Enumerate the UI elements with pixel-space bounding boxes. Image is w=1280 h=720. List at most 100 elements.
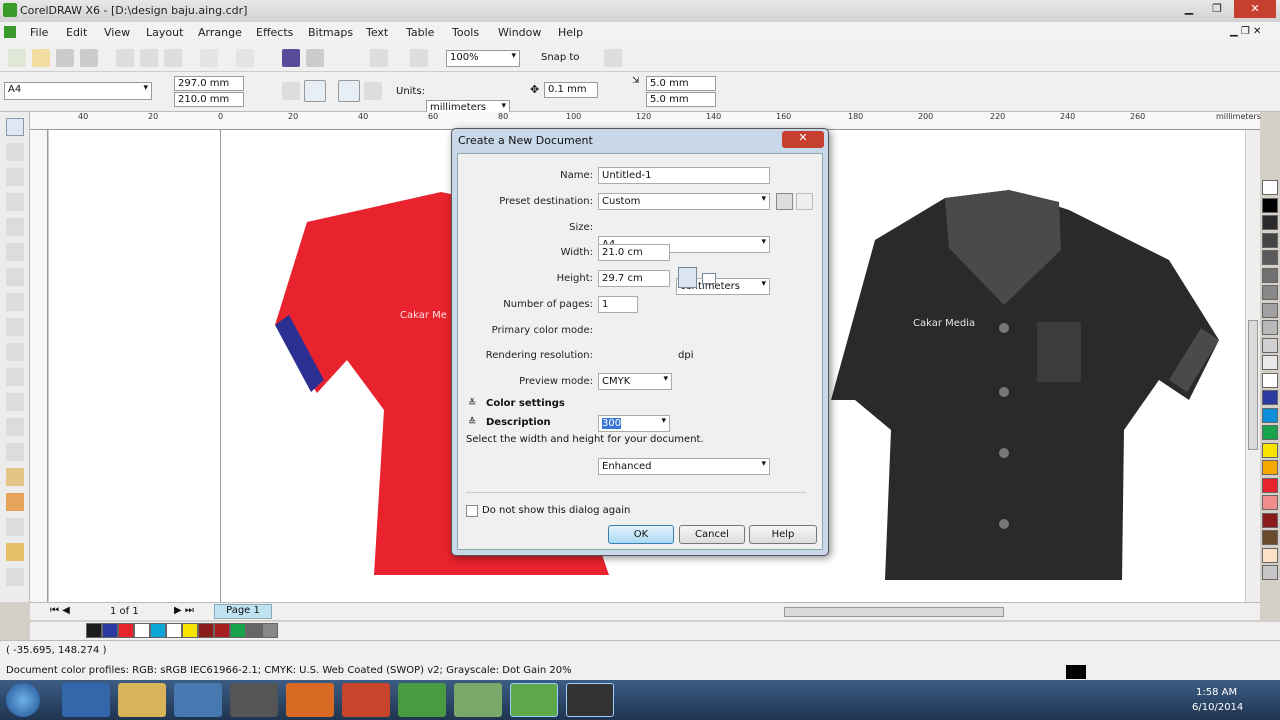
dialog-close-button[interactable]: ✕	[782, 131, 824, 148]
export-icon[interactable]	[306, 49, 324, 67]
palette-swatch[interactable]	[1262, 390, 1278, 405]
doc-minimize-button[interactable]: ▁ ❐ ✕	[1230, 26, 1261, 37]
page-height-field[interactable]: 210.0 mm	[174, 92, 244, 107]
text-tool-icon[interactable]	[6, 368, 24, 386]
welcome-icon[interactable]	[410, 49, 428, 67]
application-launcher-icon[interactable]	[370, 49, 388, 67]
palette-swatch[interactable]	[1262, 495, 1278, 510]
clock-date[interactable]: 6/10/2014	[1192, 702, 1243, 713]
menu-help[interactable]: Help	[558, 26, 583, 39]
palette-swatch[interactable]	[1262, 355, 1278, 370]
paste-icon[interactable]	[164, 49, 182, 67]
document-palette-swatch[interactable]	[198, 623, 214, 638]
document-palette-swatch[interactable]	[182, 623, 198, 638]
restore-button[interactable]: ❐	[1204, 0, 1230, 18]
undo-icon[interactable]	[200, 49, 218, 67]
outline-color-swatch[interactable]	[1066, 665, 1086, 679]
interactive-fill-icon[interactable]	[6, 568, 24, 586]
rectangle-tool-icon[interactable]	[6, 268, 24, 286]
eyedropper-tool-icon[interactable]	[6, 518, 24, 536]
horizontal-scroll-thumb[interactable]	[784, 607, 1004, 617]
menu-table[interactable]: Table	[406, 26, 434, 39]
scroll-thumb[interactable]	[1248, 320, 1258, 450]
page-width-field[interactable]: 297.0 mm	[174, 76, 244, 91]
menu-bitmaps[interactable]: Bitmaps	[308, 26, 353, 39]
landscape-icon[interactable]	[304, 80, 326, 102]
winamp-icon[interactable]	[230, 683, 278, 717]
dont-show-checkbox[interactable]	[466, 505, 478, 517]
dimension-tool-icon[interactable]	[6, 418, 24, 436]
table-tool-icon[interactable]	[6, 393, 24, 411]
resolution-select[interactable]: 300	[598, 415, 670, 432]
firefox-icon[interactable]	[286, 683, 334, 717]
document-palette-swatch[interactable]	[118, 623, 134, 638]
document-palette-swatch[interactable]	[262, 623, 278, 638]
chrome-icon[interactable]	[398, 683, 446, 717]
connector-tool-icon[interactable]	[6, 443, 24, 461]
palette-swatch[interactable]	[1262, 512, 1278, 528]
options-icon[interactable]	[604, 49, 622, 67]
palette-swatch[interactable]	[1262, 372, 1278, 388]
color-mode-select[interactable]: CMYK	[598, 373, 672, 390]
image-viewer-icon[interactable]	[454, 683, 502, 717]
delete-preset-icon[interactable]	[796, 193, 813, 210]
redo-icon[interactable]	[236, 49, 254, 67]
color-settings-toggle[interactable]: Color settings	[486, 398, 565, 409]
menu-arrange[interactable]: Arrange	[198, 26, 242, 39]
width-input[interactable]: 21.0 cm	[598, 244, 670, 261]
transparency-tool-icon[interactable]	[6, 493, 24, 511]
preview-mode-select[interactable]: Enhanced	[598, 458, 770, 475]
explorer-icon[interactable]	[118, 683, 166, 717]
palette-swatch[interactable]	[1262, 302, 1278, 318]
palette-swatch[interactable]	[1262, 477, 1278, 493]
paper-size-select[interactable]: A4	[4, 82, 152, 100]
palette-swatch[interactable]	[1262, 425, 1278, 440]
all-pages-icon[interactable]	[338, 80, 360, 102]
palette-swatch[interactable]	[1262, 460, 1278, 475]
blend-tool-icon[interactable]	[6, 468, 24, 486]
color-profiles[interactable]: Document color profiles: RGB: sRGB IEC61…	[6, 665, 572, 676]
menu-edit[interactable]: Edit	[66, 26, 87, 39]
description-toggle[interactable]: Description	[486, 417, 551, 428]
ok-button[interactable]: OK	[608, 525, 674, 544]
palette-swatch[interactable]	[1262, 267, 1278, 283]
help-button[interactable]: Help	[749, 525, 817, 544]
freehand-tool-icon[interactable]	[6, 218, 24, 236]
ellipse-tool-icon[interactable]	[6, 293, 24, 311]
polygon-tool-icon[interactable]	[6, 318, 24, 336]
palette-swatch[interactable]	[1262, 285, 1278, 300]
media-player-icon[interactable]	[174, 683, 222, 717]
copy-icon[interactable]	[140, 49, 158, 67]
page-tab[interactable]: Page 1	[214, 604, 272, 619]
next-page-button[interactable]: ▶ ⏭	[174, 605, 194, 616]
smart-fill-icon[interactable]	[6, 243, 24, 261]
palette-swatch[interactable]	[1262, 320, 1278, 335]
palette-swatch[interactable]	[1262, 530, 1278, 545]
current-page-icon[interactable]	[364, 82, 382, 100]
document-palette-swatch[interactable]	[134, 623, 150, 638]
duplicate-x-field[interactable]: 5.0 mm	[646, 76, 716, 91]
recorder-icon[interactable]	[566, 683, 614, 717]
zoom-tool-icon[interactable]	[6, 193, 24, 211]
preset-select[interactable]: Custom	[598, 193, 770, 210]
cut-icon[interactable]	[116, 49, 134, 67]
first-page-button[interactable]: ⏮ ◀	[50, 605, 70, 616]
start-button[interactable]	[6, 683, 40, 717]
menu-effects[interactable]: Effects	[256, 26, 293, 39]
palette-swatch[interactable]	[1262, 565, 1278, 580]
pick-tool-icon[interactable]	[6, 118, 24, 136]
document-palette-swatch[interactable]	[214, 623, 230, 638]
landscape-orientation-icon[interactable]	[702, 273, 716, 284]
palette-swatch[interactable]	[1262, 250, 1278, 265]
portrait-orientation-icon[interactable]	[678, 267, 697, 288]
palette-swatch[interactable]	[1262, 197, 1278, 213]
menu-layout[interactable]: Layout	[146, 26, 183, 39]
powerpoint-icon[interactable]	[342, 683, 390, 717]
nudge-distance-field[interactable]: 0.1 mm	[544, 82, 598, 98]
palette-swatch[interactable]	[1262, 547, 1278, 563]
shape-tool-icon[interactable]	[6, 143, 24, 161]
palette-swatch[interactable]	[1262, 232, 1278, 248]
new-icon[interactable]	[8, 49, 26, 67]
cancel-button[interactable]: Cancel	[679, 525, 745, 544]
collapse-icon[interactable]: ≙	[468, 417, 476, 428]
